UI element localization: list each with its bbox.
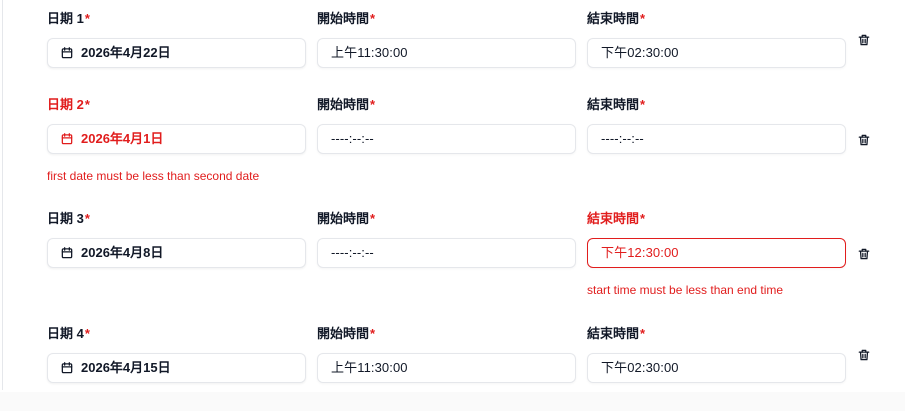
date-row-3: 日期 3* 開始時間* 結束時間* 2026年4月8日 ----:--:-- 下… <box>0 200 905 297</box>
date-label-4-text: 日期 4 <box>47 326 84 341</box>
required-mark: * <box>370 97 376 112</box>
start-time-label-1: 開始時間* <box>317 11 375 27</box>
date-value-1: 2026年4月22日 <box>81 45 171 60</box>
start-time-label-4-text: 開始時間 <box>317 326 370 341</box>
required-mark: * <box>640 211 646 226</box>
end-time-label-4-text: 結束時間 <box>587 326 640 341</box>
end-time-input-3[interactable]: 下午12:30:00 <box>587 238 846 268</box>
end-time-input-4[interactable]: 下午02:30:00 <box>587 353 846 383</box>
date-label-4: 日期 4* <box>47 326 90 342</box>
required-mark: * <box>640 97 646 112</box>
delete-row-button-3[interactable] <box>856 246 872 262</box>
calendar-icon <box>60 361 74 375</box>
end-time-label-2-text: 結束時間 <box>587 97 640 112</box>
date-value-4: 2026年4月15日 <box>81 360 171 375</box>
date-label-1: 日期 1* <box>47 11 90 27</box>
end-time-label-4: 結束時間* <box>587 326 645 342</box>
start-time-input-1[interactable]: 上午11:30:00 <box>317 38 576 68</box>
required-mark: * <box>84 11 90 26</box>
required-mark: * <box>84 211 90 226</box>
start-time-input-3[interactable]: ----:--:-- <box>317 238 576 268</box>
trash-icon <box>857 348 871 362</box>
required-mark: * <box>370 326 376 341</box>
delete-row-button-2[interactable] <box>856 132 872 148</box>
date-picker-4[interactable]: 2026年4月15日 <box>47 353 306 383</box>
end-time-value-1: 下午02:30:00 <box>601 45 679 60</box>
end-time-value-4: 下午02:30:00 <box>601 360 679 375</box>
date-row-2: 日期 2* 開始時間* 結束時間* 2026年4月1日 ----:--:-- -… <box>0 86 905 183</box>
date-label-2: 日期 2* <box>47 97 90 113</box>
date-picker-2[interactable]: 2026年4月1日 <box>47 124 306 154</box>
end-time-input-1[interactable]: 下午02:30:00 <box>587 38 846 68</box>
required-mark: * <box>640 326 646 341</box>
start-time-value-4: 上午11:30:00 <box>331 360 408 375</box>
required-mark: * <box>640 11 646 26</box>
required-mark: * <box>370 11 376 26</box>
start-time-label-3: 開始時間* <box>317 211 375 227</box>
trash-icon <box>857 33 871 47</box>
required-mark: * <box>84 326 90 341</box>
end-time-value-2: ----:--:-- <box>601 131 644 146</box>
date-label-1-text: 日期 1 <box>47 11 84 26</box>
delete-row-button-4[interactable] <box>856 347 872 363</box>
date-value-3: 2026年4月8日 <box>81 245 164 260</box>
date-error-message: first date must be less than second date <box>47 169 260 183</box>
start-time-label-4: 開始時間* <box>317 326 375 342</box>
date-label-3: 日期 3* <box>47 211 90 227</box>
start-time-value-2: ----:--:-- <box>331 131 374 146</box>
end-time-label-1-text: 結束時間 <box>587 11 640 26</box>
required-mark: * <box>370 211 376 226</box>
calendar-icon <box>60 246 74 260</box>
start-time-input-4[interactable]: 上午11:30:00 <box>317 353 576 383</box>
date-value-2: 2026年4月1日 <box>81 131 164 146</box>
date-label-3-text: 日期 3 <box>47 211 84 226</box>
calendar-icon <box>60 46 74 60</box>
end-time-label-3: 結束時間* <box>587 211 645 227</box>
end-time-label-1: 結束時間* <box>587 11 645 27</box>
time-error-message: start time must be less than end time <box>587 283 784 297</box>
end-time-label-2: 結束時間* <box>587 97 645 113</box>
trash-icon <box>857 247 871 261</box>
date-picker-1[interactable]: 2026年4月22日 <box>47 38 306 68</box>
start-time-value-1: 上午11:30:00 <box>331 45 408 60</box>
date-label-2-text: 日期 2 <box>47 97 84 112</box>
date-row-4: 日期 4* 開始時間* 結束時間* 2026年4月15日 上午11:30:00 … <box>0 315 905 395</box>
start-time-label-3-text: 開始時間 <box>317 211 370 226</box>
date-row-1: 日期 1* 開始時間* 結束時間* 2026年4月22日 上午11:30:00 … <box>0 0 905 80</box>
start-time-label-2: 開始時間* <box>317 97 375 113</box>
start-time-input-2[interactable]: ----:--:-- <box>317 124 576 154</box>
end-time-value-3: 下午12:30:00 <box>601 245 679 260</box>
start-time-label-2-text: 開始時間 <box>317 97 370 112</box>
delete-row-button-1[interactable] <box>856 32 872 48</box>
end-time-label-3-text: 結束時間 <box>587 211 640 226</box>
calendar-icon <box>60 132 74 146</box>
required-mark: * <box>84 97 90 112</box>
start-time-value-3: ----:--:-- <box>331 245 374 260</box>
trash-icon <box>857 133 871 147</box>
date-picker-3[interactable]: 2026年4月8日 <box>47 238 306 268</box>
end-time-input-2[interactable]: ----:--:-- <box>587 124 846 154</box>
start-time-label-1-text: 開始時間 <box>317 11 370 26</box>
